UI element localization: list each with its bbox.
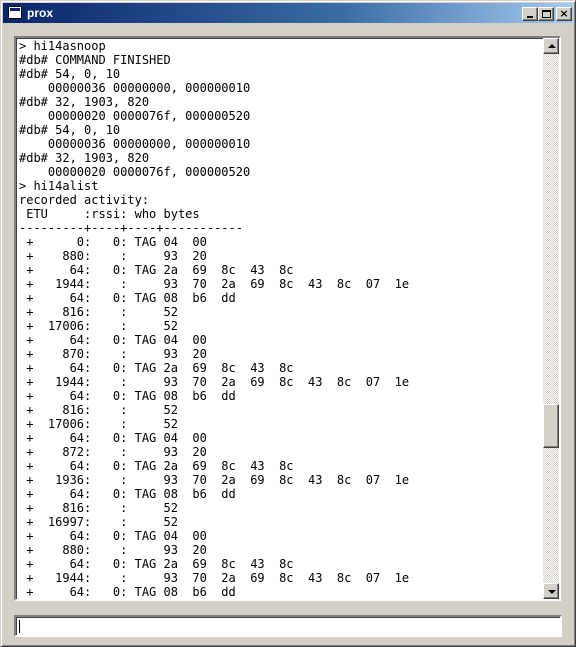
scroll-down-button[interactable] [543, 583, 559, 599]
console-line: + 64: 0: TAG 08 b6 dd [19, 585, 236, 599]
console-line: #db# 32, 1903, 820 [19, 95, 150, 109]
close-button[interactable]: × [556, 7, 572, 21]
console-line: + 816: : 52 [19, 305, 178, 319]
console-line: + 1944: : 93 70 2a 69 8c 43 8c 07 1e [19, 375, 410, 389]
console-line: + 64: 0: TAG 08 b6 dd [19, 487, 236, 501]
close-icon: × [559, 7, 569, 20]
console-line: + 880: : 93 20 [19, 249, 207, 263]
text-caret [19, 620, 20, 633]
console-line: #db# 54, 0, 10 [19, 67, 121, 81]
console-line: + 1944: : 93 70 2a 69 8c 43 8c 07 1e [19, 277, 410, 291]
console-line: + 17006: : 52 [19, 417, 178, 431]
console-line: + 64: 0: TAG 2a 69 8c 43 8c [19, 459, 294, 473]
console-line: ---------+----+----+----------- [19, 221, 243, 235]
console-line: #db# 32, 1903, 820 [19, 151, 150, 165]
console-line: 00000036 00000000, 000000010 [19, 81, 251, 95]
console-line: + 64: 0: TAG 04 00 [19, 333, 207, 347]
minimize-icon [527, 16, 533, 18]
command-input-frame[interactable] [14, 615, 562, 637]
console-line: + 0: 0: TAG 04 00 [19, 235, 207, 249]
console-line: + 64: 0: TAG 08 b6 dd [19, 291, 236, 305]
console-line: #db# COMMAND FINISHED [19, 53, 171, 67]
console-line: + 16997: : 52 [19, 515, 178, 529]
console-output: > hi14asnoop #db# COMMAND FINISHED #db# 54… [19, 39, 541, 599]
console-line: + 880: : 93 20 [19, 543, 207, 557]
console-line: > hi14alist [19, 179, 99, 193]
console-line: + 64: 0: TAG 04 00 [19, 529, 207, 543]
minimize-button[interactable] [522, 7, 538, 21]
console-line: + 64: 0: TAG 2a 69 8c 43 8c [19, 557, 294, 571]
console-line: ETU :rssi: who bytes [19, 207, 200, 221]
console-line: + 64: 0: TAG 08 b6 dd [19, 389, 236, 403]
maximize-icon [542, 10, 551, 18]
console-line: + 64: 0: TAG 2a 69 8c 43 8c [19, 361, 294, 375]
command-input[interactable] [18, 618, 558, 634]
console-line: 00000036 00000000, 000000010 [19, 137, 251, 151]
console-line: + 1944: : 93 70 2a 69 8c 43 8c 07 1e [19, 571, 410, 585]
window-title: prox [27, 6, 54, 20]
console-line: + 17006: : 52 [19, 319, 178, 333]
vertical-scrollbar[interactable] [543, 38, 559, 599]
maximize-button[interactable] [538, 7, 554, 21]
console-line: > hi14asnoop [19, 39, 106, 53]
console-line: recorded activity: [19, 193, 150, 207]
arrow-up-icon [548, 44, 556, 48]
console-line: + 64: 0: TAG 2a 69 8c 43 8c [19, 263, 294, 277]
scroll-up-button[interactable] [543, 38, 559, 54]
console-line: 00000020 0000076f, 000000520 [19, 109, 251, 123]
app-window-icon [8, 6, 22, 19]
console-line: + 870: : 93 20 [19, 347, 207, 361]
scrollbar-thumb[interactable] [543, 404, 559, 448]
console-output-pane[interactable]: > hi14asnoop #db# COMMAND FINISHED #db# 54… [14, 36, 561, 601]
arrow-down-icon [548, 590, 556, 594]
console-line: + 872: : 93 20 [19, 445, 207, 459]
console-line: + 816: : 52 [19, 403, 178, 417]
console-line: 00000020 0000076f, 000000520 [19, 165, 251, 179]
title-bar[interactable]: prox × [3, 3, 573, 23]
app-window: prox × > hi14asnoop #db# COMMAND FINISHED… [0, 0, 576, 647]
console-line: + 1936: : 93 70 2a 69 8c 43 8c 07 1e [19, 473, 410, 487]
console-line: #db# 54, 0, 10 [19, 123, 121, 137]
console-line: + 816: : 52 [19, 501, 178, 515]
console-line: + 64: 0: TAG 04 00 [19, 431, 207, 445]
